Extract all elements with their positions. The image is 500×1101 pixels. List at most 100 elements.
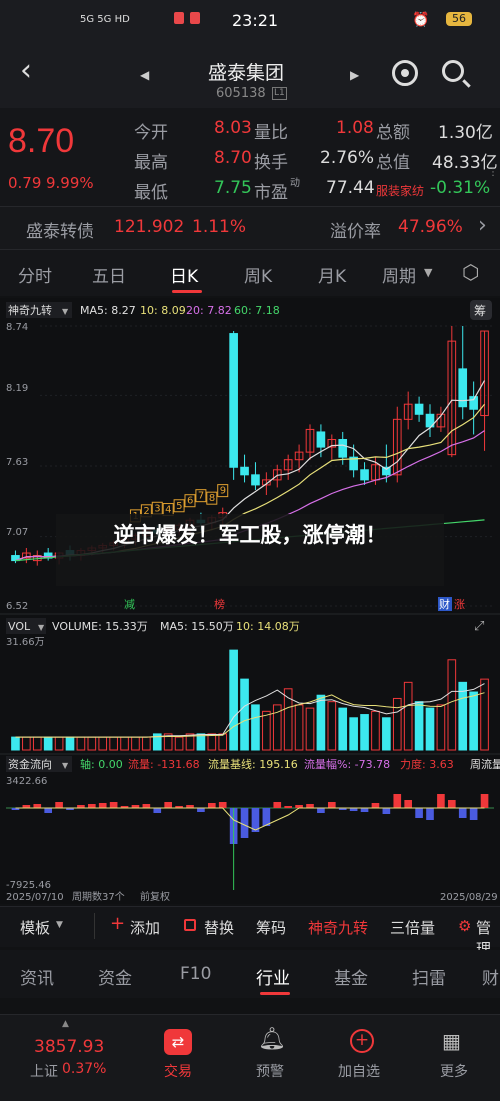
- next-stock-icon[interactable]: ▶: [350, 68, 359, 82]
- manage-gear-icon[interactable]: ⚙: [458, 917, 471, 935]
- volume-bar: [371, 710, 380, 751]
- flow-name[interactable]: 资金流向: [8, 757, 52, 771]
- volume-bar: [458, 681, 468, 751]
- flow-force: 力度: 3.63: [400, 757, 454, 771]
- trade-icon[interactable]: ⇄: [164, 1029, 192, 1055]
- volume-bar: [11, 736, 20, 751]
- stock-name: 盛泰集团: [208, 62, 285, 84]
- turnover-value: 2.76%: [320, 148, 375, 168]
- search-icon[interactable]: [442, 60, 464, 82]
- tab-risk-scan[interactable]: 扫雷: [412, 964, 446, 989]
- candle-body: [382, 466, 391, 476]
- add-watch-icon[interactable]: +: [350, 1029, 374, 1053]
- flow-bar: [306, 804, 314, 808]
- convertible-bond-bar[interactable]: 盛泰转债 121.902 1.11% 溢价率 47.96% ›: [0, 206, 500, 250]
- robot-icon[interactable]: [392, 60, 418, 86]
- stock-code: 605138: [216, 86, 266, 101]
- trade-label[interactable]: 交易: [164, 1061, 192, 1081]
- volume-bar: [469, 691, 478, 751]
- add-button[interactable]: 添加: [130, 917, 160, 938]
- amount-label: 总额: [376, 123, 410, 143]
- alert-label[interactable]: 预警: [256, 1061, 284, 1081]
- finance-tag[interactable]: 财: [439, 597, 450, 611]
- flow-base: 流量基线: 195.16: [208, 757, 298, 771]
- active-subtab-indicator: [260, 992, 290, 995]
- tab-daily-k[interactable]: 日K: [170, 262, 198, 287]
- index-pct: 0.37%: [62, 1061, 107, 1077]
- tab-monthly-k[interactable]: 月K: [318, 262, 346, 287]
- nine-turn-label: 3: [154, 503, 160, 514]
- date-start: 2025/07/10: [6, 892, 64, 903]
- tab-period[interactable]: 周期: [382, 262, 416, 287]
- tab-five-day[interactable]: 五日: [92, 262, 126, 287]
- date-end: 2025/08/29: [440, 892, 498, 903]
- flow-bar: [55, 802, 63, 808]
- index-value[interactable]: 3857.93: [34, 1037, 104, 1057]
- flow-bar: [98, 803, 107, 808]
- tab-news[interactable]: 资讯: [20, 964, 54, 989]
- reduce-tag[interactable]: 减: [124, 598, 135, 611]
- tab-industry[interactable]: 行业: [256, 964, 290, 989]
- vol-max: 31.66万: [6, 637, 45, 648]
- candle-body: [414, 403, 424, 415]
- prev-stock-icon[interactable]: ◀: [140, 68, 149, 82]
- more-label[interactable]: 更多: [440, 1061, 468, 1081]
- battery-icon: 56: [446, 12, 472, 26]
- chip-tool-button[interactable]: 筹码: [256, 917, 286, 938]
- tab-f10[interactable]: F10: [180, 964, 211, 984]
- rank-tag[interactable]: 榜: [214, 597, 225, 611]
- kline-chart-area[interactable]: 神奇九转 ▼ MA5: 8.27 10: 8.09 20: 7.82 60: 7…: [0, 298, 500, 904]
- turnover-label: 换手: [254, 153, 288, 173]
- vol-name[interactable]: VOL: [8, 620, 31, 633]
- candle-body: [360, 469, 369, 481]
- volume-bar: [32, 736, 42, 751]
- add-watch-label[interactable]: 加自选: [338, 1061, 380, 1081]
- info-tabs: 资讯 资金 F10 行业 基金 扫雷 财: [0, 950, 500, 998]
- sector-name[interactable]: 服装家纺: [376, 182, 424, 199]
- tab-finance[interactable]: 财: [482, 964, 499, 989]
- flow-bar: [88, 804, 96, 808]
- volume-bars: [11, 649, 489, 751]
- tab-fund[interactable]: 基金: [334, 964, 368, 989]
- status-bar: 5G 5G HD 23:21 ⏰ 56: [0, 0, 500, 42]
- flow-weekly: 周流量: [470, 757, 500, 771]
- caret-up-icon: ▲: [62, 1019, 69, 1029]
- nine-turn-label: 9: [220, 486, 226, 497]
- tool-bar: 模板 ▼ + 添加 替换 筹码 神奇九转 三倍量 ⚙ 管理: [0, 906, 500, 958]
- settings-icon[interactable]: ⬡: [462, 260, 479, 284]
- fullscreen-icon[interactable]: ⤢: [474, 619, 484, 634]
- flow-bar: [469, 808, 478, 820]
- flow-bar: [317, 808, 325, 813]
- tab-intraday[interactable]: 分时: [18, 262, 52, 287]
- nine-turn-button[interactable]: 神奇九转: [308, 917, 368, 938]
- candle-body: [240, 466, 249, 476]
- volume-bar: [142, 736, 151, 751]
- triple-volume-button[interactable]: 三倍量: [390, 917, 435, 938]
- template-button[interactable]: 模板: [20, 917, 50, 938]
- vol-ma5-value: MA5: 15.50万: [160, 620, 234, 633]
- flow-axis: 轴: 0.00: [80, 757, 123, 771]
- replace-button[interactable]: 替换: [204, 917, 234, 938]
- tab-funds-flow[interactable]: 资金: [98, 964, 132, 989]
- flow-bar: [109, 802, 118, 808]
- bell-icon[interactable]: 🔔︎: [258, 1027, 286, 1052]
- volume-bar: [22, 736, 31, 751]
- indicator-name[interactable]: 神奇九转: [8, 303, 52, 317]
- open-value: 8.03: [214, 118, 252, 138]
- vol-ma10-value: 10: 14.08万: [236, 620, 300, 633]
- ma5-value: MA5: 8.27: [80, 304, 136, 317]
- volume-bar: [251, 704, 260, 751]
- flow-bar: [208, 803, 216, 808]
- limit-tag[interactable]: 涨: [454, 598, 465, 611]
- replace-icon: [184, 919, 196, 931]
- tab-weekly-k[interactable]: 周K: [244, 262, 272, 287]
- open-label: 今开: [134, 123, 168, 143]
- volume-bar: [382, 717, 391, 751]
- expand-icon[interactable]: ⋮: [488, 168, 498, 178]
- volume-bar: [229, 649, 238, 751]
- back-icon[interactable]: ‹: [20, 56, 32, 86]
- more-grid-icon[interactable]: ▦: [442, 1029, 461, 1053]
- chip-label[interactable]: 筹: [474, 304, 486, 318]
- flow-bar: [448, 800, 456, 808]
- volume-value: VOLUME: 15.33万: [52, 620, 148, 633]
